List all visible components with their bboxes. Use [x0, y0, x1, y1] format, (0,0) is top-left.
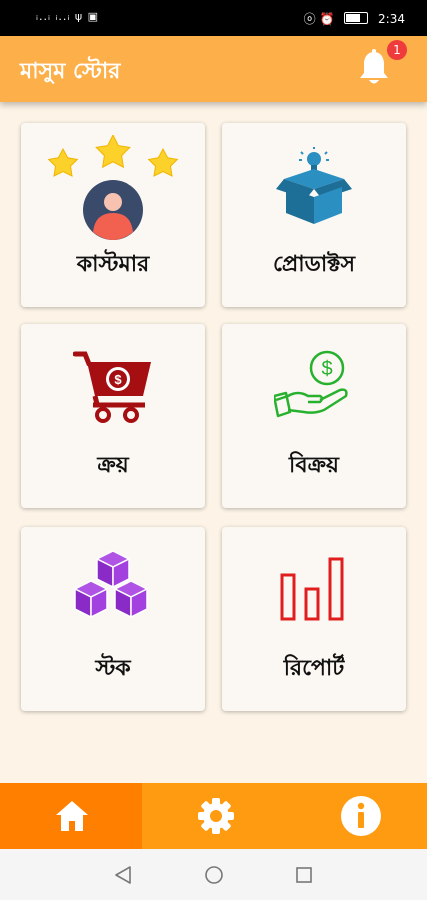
card-sales[interactable]: $ বিক্রয় [222, 324, 406, 508]
status-misc-icons: ⓞ ⏰ [303, 12, 335, 26]
card-label-stock: স্টক [95, 656, 131, 681]
svg-text:$: $ [321, 358, 332, 380]
settings-icon [198, 798, 234, 834]
card-customer[interactable]: কাস্টমার [21, 123, 205, 307]
status-bar: ᵢ..ᵢ ᵢ..ᵢ ψ ▣ ⓞ ⏰ 2:34 [0, 0, 427, 36]
battery-icon [344, 12, 369, 24]
card-report[interactable]: রিপোর্ট [222, 527, 406, 711]
status-icons-left: ᵢ..ᵢ ᵢ..ᵢ ψ ▣ [36, 10, 99, 23]
card-purchase[interactable]: $ ক্রয় [21, 324, 205, 508]
card-label-purchase: ক্রয় [97, 453, 129, 478]
status-icons-right: ⓞ ⏰ 2:34 [304, 10, 405, 27]
hand-money-icon: $ [274, 350, 348, 418]
bottom-navigation [0, 783, 427, 849]
recents-icon[interactable] [295, 866, 313, 884]
bar-chart-icon [280, 557, 344, 621]
card-label-products: প্রোডাক্টস [272, 252, 356, 277]
nav-info[interactable] [285, 783, 427, 849]
back-icon[interactable] [114, 865, 132, 885]
card-label-report: রিপোর্ট [283, 656, 345, 681]
card-products[interactable]: প্রোডাক্টস [222, 123, 406, 307]
customer-rating-icon [47, 135, 179, 240]
notification-badge: 1 [387, 40, 407, 60]
svg-text:$: $ [114, 372, 122, 387]
notification-bell-icon[interactable] [356, 48, 392, 88]
product-box-icon [276, 147, 352, 224]
system-navigation-bar [0, 849, 427, 900]
info-icon [341, 796, 381, 836]
card-stock[interactable]: স্টক [21, 527, 205, 711]
home-icon [56, 801, 88, 831]
status-time: 2:34 [378, 12, 405, 26]
app-title: মাসুম স্টোর [20, 59, 121, 84]
card-label-sales: বিক্রয় [289, 453, 339, 478]
nav-home[interactable] [0, 783, 142, 849]
stacked-boxes-icon [74, 551, 148, 618]
nav-settings[interactable] [142, 783, 284, 849]
card-label-customer: কাস্টমার [76, 252, 150, 277]
home-circle-icon[interactable] [204, 865, 224, 885]
shopping-cart-dollar-icon: $ [73, 351, 151, 423]
